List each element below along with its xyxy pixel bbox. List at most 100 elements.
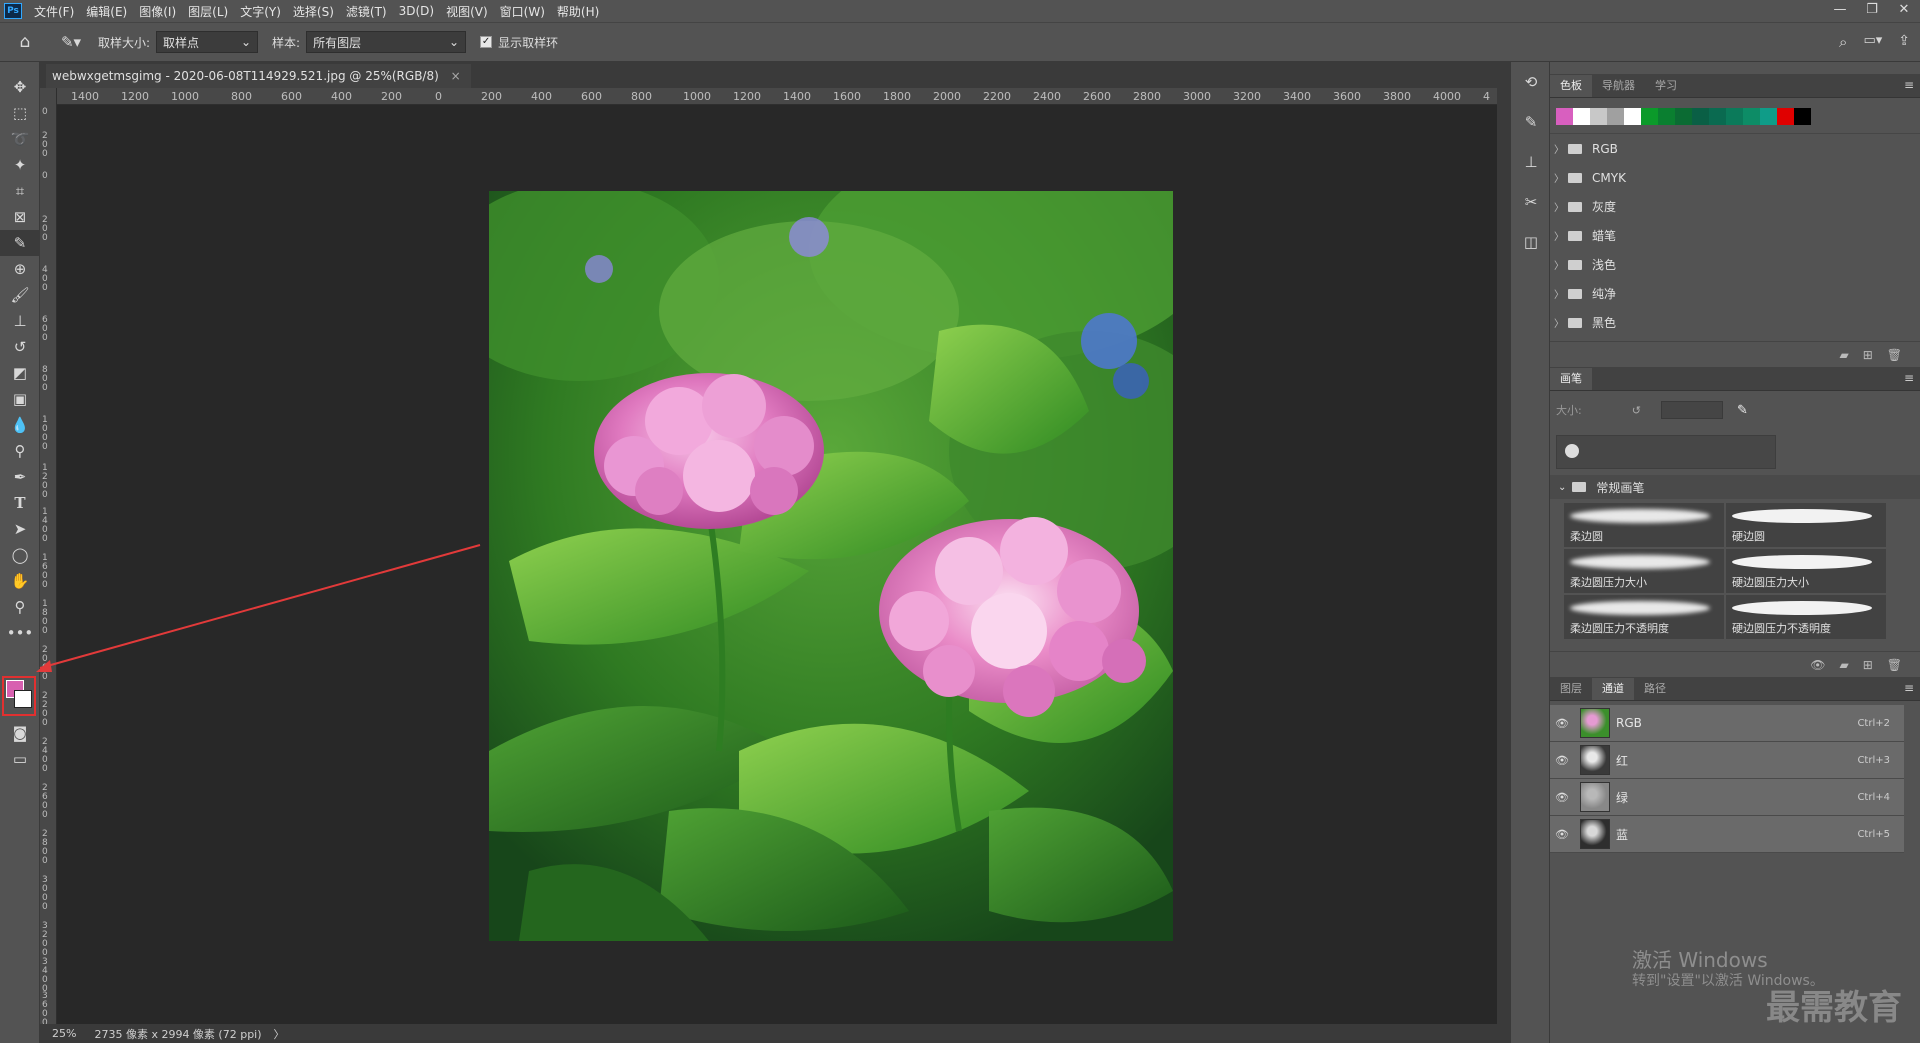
eye-icon[interactable]: 👁 <box>1550 717 1574 730</box>
panel-menu-icon[interactable]: ≡ <box>1904 371 1914 385</box>
tab-layers[interactable]: 图层 <box>1550 678 1592 700</box>
menu-3d[interactable]: 3D(D) <box>393 4 440 18</box>
swatch[interactable] <box>1658 108 1675 125</box>
panel-menu-icon[interactable]: ≡ <box>1904 78 1914 92</box>
swatch[interactable] <box>1675 108 1692 125</box>
background-color-swatch[interactable] <box>14 690 32 708</box>
minimize-button[interactable]: — <box>1824 0 1856 22</box>
tab-swatches[interactable]: 色板 <box>1550 75 1592 97</box>
menu-filter[interactable]: 滤镜(T) <box>340 3 393 20</box>
tab-channels[interactable]: 通道 <box>1592 678 1634 700</box>
gradient-tool-icon[interactable]: ▣ <box>0 386 40 412</box>
tab-learn[interactable]: 学习 <box>1645 75 1687 97</box>
swatch[interactable] <box>1760 108 1777 125</box>
brush-size-input[interactable] <box>1660 401 1723 419</box>
hand-tool-icon[interactable]: ✋ <box>0 568 40 594</box>
clone-source-icon[interactable]: ⊥ <box>1511 142 1551 182</box>
panel-menu-icon[interactable]: ≡ <box>1904 681 1914 695</box>
crop-tool-icon[interactable]: ⌗ <box>0 178 40 204</box>
swatch[interactable] <box>1624 108 1641 125</box>
sample-select[interactable]: 所有图层 ⌄ <box>306 31 467 53</box>
blur-tool-icon[interactable]: 💧 <box>0 412 40 438</box>
swatch-group[interactable]: 〉 灰度 <box>1550 192 1920 221</box>
swatch-group[interactable]: 〉 黑色 <box>1550 308 1920 337</box>
lasso-tool-icon[interactable]: ➰ <box>0 126 40 152</box>
swatch-group[interactable]: 〉 浅色 <box>1550 250 1920 279</box>
brush-item[interactable]: 硬边圆压力不透明度 <box>1726 595 1886 639</box>
tab-navigator[interactable]: 导航器 <box>1592 75 1645 97</box>
new-group-icon[interactable]: ▰ <box>1839 348 1848 362</box>
menu-help[interactable]: 帮助(H) <box>551 3 605 20</box>
tool-presets-icon[interactable]: ✂ <box>1511 182 1551 222</box>
menu-view[interactable]: 视图(V) <box>440 3 494 20</box>
healing-brush-tool-icon[interactable]: ⊕ <box>0 256 40 282</box>
dodge-tool-icon[interactable]: ⚲ <box>0 438 40 464</box>
swatch[interactable] <box>1726 108 1743 125</box>
delete-icon[interactable]: 🗑 <box>1887 348 1902 362</box>
eye-icon[interactable]: 👁 <box>1550 754 1574 767</box>
menu-select[interactable]: 选择(S) <box>287 3 340 20</box>
stamp-tool-icon[interactable]: ⊥ <box>0 308 40 334</box>
more-tools-icon[interactable]: ••• <box>0 620 40 646</box>
search-icon[interactable]: ⌕ <box>1839 33 1847 51</box>
menu-edit[interactable]: 编辑(E) <box>80 3 133 20</box>
swatch-group[interactable]: 〉 纯净 <box>1550 279 1920 308</box>
brush-item[interactable]: 柔边圆压力不透明度 <box>1564 595 1724 639</box>
sample-size-select[interactable]: 取样点 ⌄ <box>156 31 259 53</box>
horizontal-ruler[interactable]: 1400 1200 1000 800 600 400 200 0 200 400… <box>57 88 1497 105</box>
pen-tool-icon[interactable]: ✒ <box>0 464 40 490</box>
brush-edit-icon[interactable]: ✎ <box>1737 403 1748 418</box>
brush-group-header[interactable]: ⌄ 常规画笔 <box>1550 475 1920 499</box>
brush-item[interactable]: 柔边圆压力大小 <box>1564 549 1724 593</box>
marquee-tool-icon[interactable]: ⬚ <box>0 100 40 126</box>
status-menu-arrow[interactable]: 〉 <box>274 1026 285 1042</box>
channel-row[interactable]: 👁 RGB Ctrl+2 <box>1550 705 1904 742</box>
menu-image[interactable]: 图像(I) <box>133 3 182 20</box>
close-button[interactable]: ✕ <box>1888 0 1920 22</box>
hydrangea-photo[interactable] <box>489 191 1173 941</box>
swatch[interactable] <box>1641 108 1658 125</box>
delete-icon[interactable]: 🗑 <box>1887 658 1902 672</box>
vertical-ruler[interactable]: 0 200 0 200 400 600 800 1000 1200 1400 1… <box>40 88 57 1024</box>
channel-row[interactable]: 👁 绿 Ctrl+4 <box>1550 779 1904 816</box>
menu-window[interactable]: 窗口(W) <box>494 3 551 20</box>
swatch[interactable] <box>1556 108 1573 125</box>
ellipse-tool-icon[interactable]: ◯ <box>0 542 40 568</box>
menu-layer[interactable]: 图层(L) <box>182 3 234 20</box>
swatch[interactable] <box>1709 108 1726 125</box>
zoom-tool-icon[interactable]: ⚲ <box>0 594 40 620</box>
move-tool-icon[interactable]: ✥ <box>0 74 40 100</box>
workspace-icon[interactable]: ▭▾ <box>1863 33 1882 51</box>
swatch[interactable] <box>1794 108 1811 125</box>
brush-tool-icon[interactable]: 🖌 <box>0 282 40 308</box>
history-panel-icon[interactable]: ⟲ <box>1511 62 1551 102</box>
new-brush-icon[interactable]: ⊞ <box>1863 658 1873 672</box>
frame-tool-icon[interactable]: ⊠ <box>0 204 40 230</box>
brush-item[interactable]: 硬边圆压力大小 <box>1726 549 1886 593</box>
swatch[interactable] <box>1573 108 1590 125</box>
menu-type[interactable]: 文字(Y) <box>234 3 287 20</box>
magic-wand-tool-icon[interactable]: ✦ <box>0 152 40 178</box>
swatch-group[interactable]: 〉 RGB <box>1550 134 1920 163</box>
swatch[interactable] <box>1777 108 1794 125</box>
document-tab[interactable]: webwxgetmsgimg - 2020-06-08T114929.521.j… <box>46 64 471 88</box>
brush-item[interactable]: 硬边圆 <box>1726 503 1886 547</box>
history-brush-tool-icon[interactable]: ↺ <box>0 334 40 360</box>
channel-row[interactable]: 👁 红 Ctrl+3 <box>1550 742 1904 779</box>
restore-button[interactable]: ❐ <box>1856 0 1888 22</box>
home-icon[interactable]: ⌂ <box>0 29 50 55</box>
tab-paths[interactable]: 路径 <box>1634 678 1676 700</box>
swatch[interactable] <box>1692 108 1709 125</box>
eraser-tool-icon[interactable]: ◩ <box>0 360 40 386</box>
channel-row[interactable]: 👁 蓝 Ctrl+5 <box>1550 816 1904 853</box>
type-tool-icon[interactable]: T <box>0 490 40 516</box>
swatch[interactable] <box>1743 108 1760 125</box>
eyedropper-preset-icon[interactable]: ✎▾ <box>50 29 92 55</box>
eye-icon[interactable]: 👁 <box>1550 828 1574 841</box>
visibility-toggle-icon[interactable]: 👁 <box>1810 658 1825 672</box>
path-selection-tool-icon[interactable]: ➤ <box>0 516 40 542</box>
tab-brushes[interactable]: 画笔 <box>1550 368 1592 390</box>
libraries-icon[interactable]: ◫ <box>1511 222 1551 262</box>
new-group-icon[interactable]: ▰ <box>1839 658 1848 672</box>
share-icon[interactable]: ⇪ <box>1898 33 1910 51</box>
